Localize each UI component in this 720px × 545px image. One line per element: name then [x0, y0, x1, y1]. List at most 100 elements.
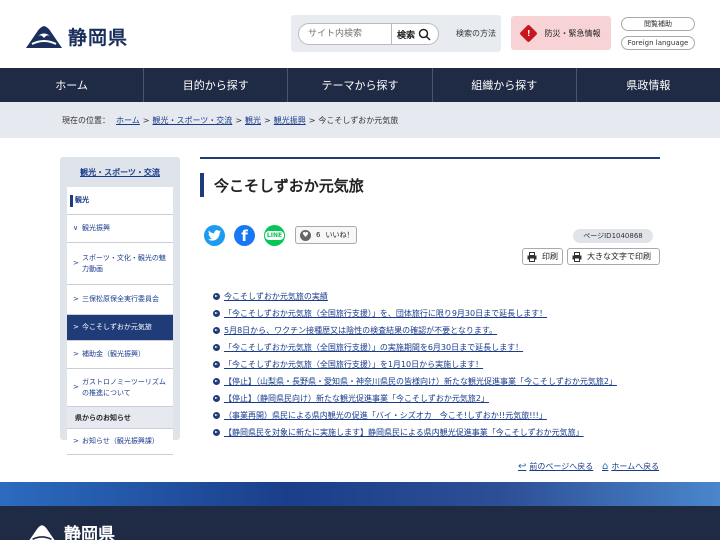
sidebar-item-tourism-promotion[interactable]: ∨ 観光振興: [67, 215, 173, 243]
list-item[interactable]: 今こそしずおか元気旅の実績: [213, 288, 673, 305]
print-label: 印刷: [542, 252, 558, 261]
chevron-right-icon: >: [73, 323, 79, 332]
breadcrumb-prefix: 現在の位置：: [62, 115, 110, 125]
list-item[interactable]: 【停止】（静岡県民向け）新たな観光促進事業「今こそしずおか元気旅2」: [213, 390, 673, 407]
alert-icon: !: [518, 23, 538, 43]
site-logo[interactable]: 静岡県: [24, 20, 134, 52]
site-logo-text: 静岡県: [68, 26, 129, 49]
link-text: 5月8日から、ワクチン接種歴又は陰性の検査結果の確認が不要となります。: [224, 326, 498, 335]
link-text: 「今こそしずおか元気旅（全国旅行支援）」を1月10日から実施します！: [224, 360, 484, 369]
search-box: 検索 検索の方法: [291, 15, 501, 52]
sidebar-item-genki-tabi[interactable]: > 今こそしずおか元気旅: [67, 315, 173, 341]
facebook-icon: f: [241, 226, 248, 245]
like-count: 6: [316, 231, 321, 239]
breadcrumb-tourism-sports[interactable]: 観光・スポーツ・交流: [152, 115, 232, 126]
sidebar-item-subsidy[interactable]: > 補助金（観光振興）: [67, 341, 173, 369]
link-text: 「今こそしずおか元気旅（全国旅行支援）」の実施期間を6月30日まで延長します！: [224, 343, 524, 352]
back-link[interactable]: ↩ 前のページへ戻る: [518, 461, 593, 472]
home-label: ホームへ戻る: [611, 462, 660, 471]
list-item[interactable]: 5月8日から、ワクチン接種歴又は陰性の検査結果の確認が不要となります。: [213, 322, 673, 339]
arrow-bullet-icon: [213, 412, 220, 419]
chevron-down-icon: ∨: [73, 224, 79, 233]
nav-item-home[interactable]: ホーム: [0, 68, 145, 102]
sidebar-item-notice[interactable]: > お知らせ（観光振興課）: [67, 429, 173, 455]
article-link-list: 今こそしずおか元気旅の実績 「今こそしずおか元気旅（全国旅行支援）」を、団体旅行…: [213, 288, 673, 441]
site-header: 静岡県 検索 検索の方法 ! 防災・緊急情報 閲覧補助 Foreign lang…: [0, 0, 720, 68]
search-button-label: 検索: [397, 30, 416, 41]
list-item[interactable]: 【静岡県民を対象に新たに実施します】静岡県民による県内観光促進事業「今こそしずお…: [213, 424, 673, 441]
sidebar-item-tourism[interactable]: 観光: [67, 187, 173, 215]
sidebar-item-gastronomy[interactable]: > ガストロノミーツーリズムの推進について: [67, 369, 173, 407]
print-button[interactable]: 印刷: [522, 248, 563, 265]
disaster-info-button[interactable]: ! 防災・緊急情報: [511, 16, 611, 50]
list-item[interactable]: 「今こそしずおか元気旅（全国旅行支援）」の実施期間を6月30日まで延長します！: [213, 339, 673, 356]
arrow-bullet-icon: [213, 344, 220, 351]
nav-item-purpose[interactable]: 目的から探す: [144, 68, 289, 102]
line-icon: LINE: [264, 231, 285, 240]
search-button[interactable]: 検索: [392, 23, 439, 45]
sidebar: 観光・スポーツ・交流 観光 ∨ 観光振興 > スポーツ・文化・観光の魅力動画 >…: [60, 157, 180, 455]
sidebar-item-label: 補助金（観光振興）: [82, 350, 145, 359]
chevron-right-icon: >: [73, 437, 79, 446]
printer-icon: [527, 251, 537, 262]
arrow-bullet-icon: [213, 395, 220, 402]
link-text: 【停止】（山梨県・長野県・愛知県・神奈川県民の皆様向け）新たな観光促進事業「今こ…: [224, 377, 617, 386]
chevron-right-icon: >: [73, 259, 79, 268]
sidebar-item-label: 観光: [75, 196, 89, 205]
sidebar-item-label: 三保松原保全実行委員会: [82, 295, 159, 304]
mount-fuji-logo-icon: [27, 524, 57, 542]
sidebar-item-label: ガストロノミーツーリズムの推進について: [82, 378, 166, 397]
foreign-language-button[interactable]: Foreign language: [621, 36, 695, 50]
like-button[interactable]: ♥ 6 いいね！: [295, 226, 357, 244]
mount-fuji-logo-icon: [26, 26, 62, 48]
list-item[interactable]: 「今こそしずおか元気旅（全国旅行支援）」を1月10日から実施します！: [213, 356, 673, 373]
arrow-bullet-icon: [213, 327, 220, 334]
arrow-bullet-icon: [213, 361, 220, 368]
sidebar-item-label: 今こそしずおか元気旅: [82, 323, 152, 332]
breadcrumb-home[interactable]: ホーム: [116, 115, 140, 126]
footer-logo: 静岡県: [24, 520, 115, 545]
list-item[interactable]: （事業再開）県民による県内観光の促進「バイ・シズオカ 今こそ!しずおか!!元気旅…: [213, 407, 673, 424]
active-section-marker: [70, 195, 73, 207]
link-text: 【静岡県民を対象に新たに実施します】静岡県民による県内観光促進事業「今こそしずお…: [224, 428, 584, 437]
chevron-right-icon: >: [73, 383, 79, 392]
back-label: 前のページへ戻る: [529, 462, 594, 471]
page-title: 今こそしずおか元気旅: [200, 173, 364, 197]
arrow-bullet-icon: [213, 429, 220, 436]
search-icon: [418, 28, 431, 41]
arrow-bullet-icon: [213, 293, 220, 300]
large-print-button[interactable]: 大きな文字で印刷: [567, 248, 660, 265]
sidebar-notice-header: 県からのお知らせ: [67, 407, 173, 429]
line-share-button[interactable]: LINE: [264, 225, 285, 246]
sidebar-list: 観光 ∨ 観光振興 > スポーツ・文化・観光の魅力動画 > 三保松原保全実行委員…: [67, 187, 173, 455]
heart-icon: ♥: [300, 229, 311, 241]
sidebar-title[interactable]: 観光・スポーツ・交流: [60, 157, 180, 187]
link-text: 今こそしずおか元気旅の実績: [224, 292, 328, 301]
nav-item-prefecture-info[interactable]: 県政情報: [577, 68, 720, 102]
home-icon: ⌂: [602, 461, 609, 472]
nav-item-organization[interactable]: 組織から探す: [433, 68, 577, 102]
page-title-area: 今こそしずおか元気旅: [200, 157, 660, 207]
global-nav: ホーム 目的から探す テーマから探す 組織から探す 県政情報: [0, 68, 720, 102]
facebook-share-button[interactable]: f: [234, 225, 255, 246]
list-item[interactable]: 「今こそしずおか元気旅（全国旅行支援）」を、団体旅行に限り9月30日まで延長しま…: [213, 305, 673, 322]
home-link[interactable]: ⌂ ホームへ戻る: [602, 461, 659, 472]
breadcrumb-tourism-promotion[interactable]: 観光振興: [274, 115, 306, 126]
accessibility-button[interactable]: 閲覧補助: [621, 17, 695, 31]
breadcrumb-tourism[interactable]: 観光: [245, 115, 261, 126]
like-label: いいね！: [325, 231, 354, 239]
chevron-right-icon: >: [73, 295, 79, 304]
footer-decoration-band: [0, 482, 720, 506]
sidebar-item-videos[interactable]: > スポーツ・文化・観光の魅力動画: [67, 243, 173, 285]
return-arrow-icon: ↩: [518, 461, 527, 472]
nav-item-theme[interactable]: テーマから探す: [288, 68, 433, 102]
search-help-link[interactable]: 検索の方法: [456, 28, 496, 39]
arrow-bullet-icon: [213, 378, 220, 385]
link-text: 「今こそしずおか元気旅（全国旅行支援）」を、団体旅行に限り9月30日まで延長しま…: [224, 309, 548, 318]
twitter-share-button[interactable]: [204, 225, 225, 246]
search-input[interactable]: [298, 23, 392, 45]
breadcrumb-current: 今こそしずおか元気旅: [318, 115, 399, 125]
breadcrumb: 現在の位置： ホーム > 観光・スポーツ・交流 > 観光 > 観光振興 > 今こそしずお…: [0, 102, 720, 138]
list-item[interactable]: 【停止】（山梨県・長野県・愛知県・神奈川県民の皆様向け）新たな観光促進事業「今こ…: [213, 373, 673, 390]
sidebar-item-miho[interactable]: > 三保松原保全実行委員会: [67, 285, 173, 315]
